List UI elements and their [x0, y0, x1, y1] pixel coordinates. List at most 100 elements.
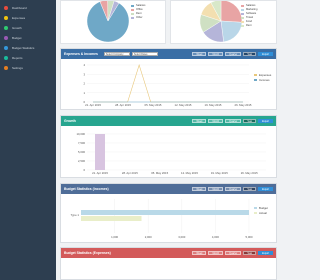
export-button[interactable]: Export — [258, 187, 273, 191]
legend-item: Salaries — [131, 4, 145, 7]
x-tick-label: 21. Apr 2015 — [85, 103, 101, 107]
x-tick-label: 12. May 2015 — [181, 171, 198, 175]
legend-item: Food — [241, 20, 257, 23]
nav-dot-icon — [4, 16, 8, 20]
y-tick-label: 0 — [83, 168, 85, 172]
sidebar-item-label: Settings — [12, 66, 23, 70]
sidebar-item-label: Dashboard — [12, 6, 27, 10]
sidebar-item[interactable]: Growth — [0, 24, 56, 32]
legend-swatch — [254, 74, 257, 76]
dates-select[interactable]: Select Dates — [131, 52, 158, 56]
company-select[interactable]: Select Company — [103, 52, 130, 56]
x-tick-label: 4,000 — [212, 235, 219, 239]
legend-label: Rent — [136, 12, 142, 15]
budget-expenses-panel-header: Budget Statistics (Expenses) Week Month … — [61, 248, 276, 258]
pie-legend-left: Salaries Office Rent Other — [131, 4, 145, 20]
month-button[interactable]: Month — [208, 52, 224, 56]
legend-swatch — [241, 20, 244, 23]
panel-title: Growth — [64, 119, 76, 123]
y-tick-label: 7,500 — [78, 141, 85, 145]
x-tick-label: 2,000 — [145, 235, 152, 239]
y-tick-label: 5,000 — [78, 150, 85, 154]
budget-expenses-panel: Budget Statistics (Expenses) Week Month … — [60, 247, 277, 280]
year-button[interactable]: Year — [243, 52, 257, 56]
sidebar-item[interactable]: Budget Statistics — [0, 44, 56, 52]
quarter-button[interactable]: Quarter — [225, 52, 242, 56]
panel-title: Budget Statistics (Incomes) — [64, 187, 109, 191]
pie-slice — [220, 20, 243, 43]
legend-label: Other — [136, 16, 143, 19]
quarter-button[interactable]: Quarter — [225, 119, 242, 123]
sidebar-item-label: Budget Statistics — [12, 46, 35, 50]
legend-label: Salaries — [136, 4, 146, 7]
x-tick-label: 19. May 2015 — [211, 171, 228, 175]
panel-title: Expenses & Incomes — [64, 52, 98, 56]
month-button[interactable]: Month — [208, 119, 224, 123]
export-button[interactable]: Export — [258, 52, 273, 56]
month-button[interactable]: Month — [208, 251, 224, 255]
x-tick-label: 05. May 2015 — [151, 171, 168, 175]
bar — [81, 216, 142, 221]
legend-swatch — [254, 207, 257, 209]
sidebar-item[interactable]: Reports — [0, 54, 56, 62]
week-button[interactable]: Week — [192, 52, 207, 56]
legend-item: Salaries — [241, 4, 257, 7]
nav-dot-icon — [4, 66, 8, 70]
year-button[interactable]: Year — [243, 187, 257, 191]
legend-item: Marketing — [241, 8, 257, 11]
x-tick-label: 05. May 2015 — [145, 103, 162, 107]
growth-panel: Growth Week Month Quarter Year Export 0 2… — [60, 115, 277, 178]
export-button[interactable]: Export — [258, 119, 273, 123]
x-tick-label: 19. May 2015 — [205, 103, 222, 107]
y-tick-label: 3 — [83, 72, 85, 76]
week-button[interactable]: Week — [192, 251, 207, 255]
sidebar: Dashboard Expenses Growth Budget Budget Stat… — [0, 0, 56, 280]
legend-label: Incomes — [259, 78, 270, 82]
y-tick-label: 4 — [83, 63, 85, 67]
legend-item: Rent — [131, 12, 145, 15]
month-button[interactable]: Month — [208, 187, 224, 191]
year-button[interactable]: Year — [243, 251, 257, 255]
quarter-button[interactable]: Quarter — [225, 187, 242, 191]
growth-panel-header: Growth Week Month Quarter Year Export — [61, 116, 276, 126]
legend-swatch — [241, 12, 244, 15]
legend-swatch — [254, 212, 257, 214]
budget-incomes-panel: Budget Statistics (Incomes) Week Month Q… — [60, 183, 277, 243]
pie-card-left: Salaries Office Rent Other — [60, 0, 166, 44]
week-button[interactable]: Week — [192, 187, 207, 191]
year-button[interactable]: Year — [243, 119, 257, 123]
legend-label: Software — [246, 12, 257, 15]
pie-chart-right — [199, 1, 243, 43]
bar — [81, 210, 249, 215]
sidebar-item-label: Growth — [12, 26, 22, 30]
legend-label: Office — [136, 8, 143, 11]
nav-dot-icon — [4, 56, 8, 60]
legend-label: Travel — [246, 16, 254, 19]
legend-item: Office — [131, 8, 145, 11]
panel-title: Budget Statistics (Expenses) — [64, 251, 111, 255]
sidebar-item[interactable]: Expenses — [0, 14, 56, 22]
pie-chart-left — [86, 1, 130, 43]
sidebar-item[interactable]: Budget — [0, 34, 56, 42]
week-button[interactable]: Week — [192, 119, 207, 123]
x-tick-label: 28. Apr 2015 — [115, 103, 131, 107]
sidebar-item[interactable]: Settings — [0, 64, 56, 72]
growth-bar-chart: 0 2,500 5,000 7,500 10,000 21. Apr 2015 28. Ap… — [76, 132, 266, 175]
export-button[interactable]: Export — [258, 251, 273, 255]
legend-label: Food — [246, 20, 252, 23]
budget-incomes-chart: 1,000 2,000 3,000 4,000 5,000 Type 1 BudgetAct… — [71, 199, 268, 239]
legend-swatch — [241, 8, 244, 11]
sidebar-item-label: Reports — [12, 56, 23, 60]
y-tick-label: 2 — [83, 82, 85, 86]
legend-item: Travel — [241, 16, 257, 19]
x-tick-label: 26. May 2015 — [241, 171, 258, 175]
legend-swatch — [254, 79, 257, 81]
quarter-button[interactable]: Quarter — [225, 251, 242, 255]
pie-card-right: Salaries Marketing Software Travel Food Rent — [170, 0, 277, 44]
sidebar-item[interactable]: Dashboard — [0, 4, 56, 12]
x-tick-label: 21. Apr 2015 — [92, 171, 108, 175]
sidebar-item-label: Budget — [12, 36, 22, 40]
x-tick-label: 28. Apr 2015 — [122, 171, 138, 175]
x-tick-label: 5,000 — [246, 235, 253, 239]
legend-label: Budget — [259, 206, 268, 210]
